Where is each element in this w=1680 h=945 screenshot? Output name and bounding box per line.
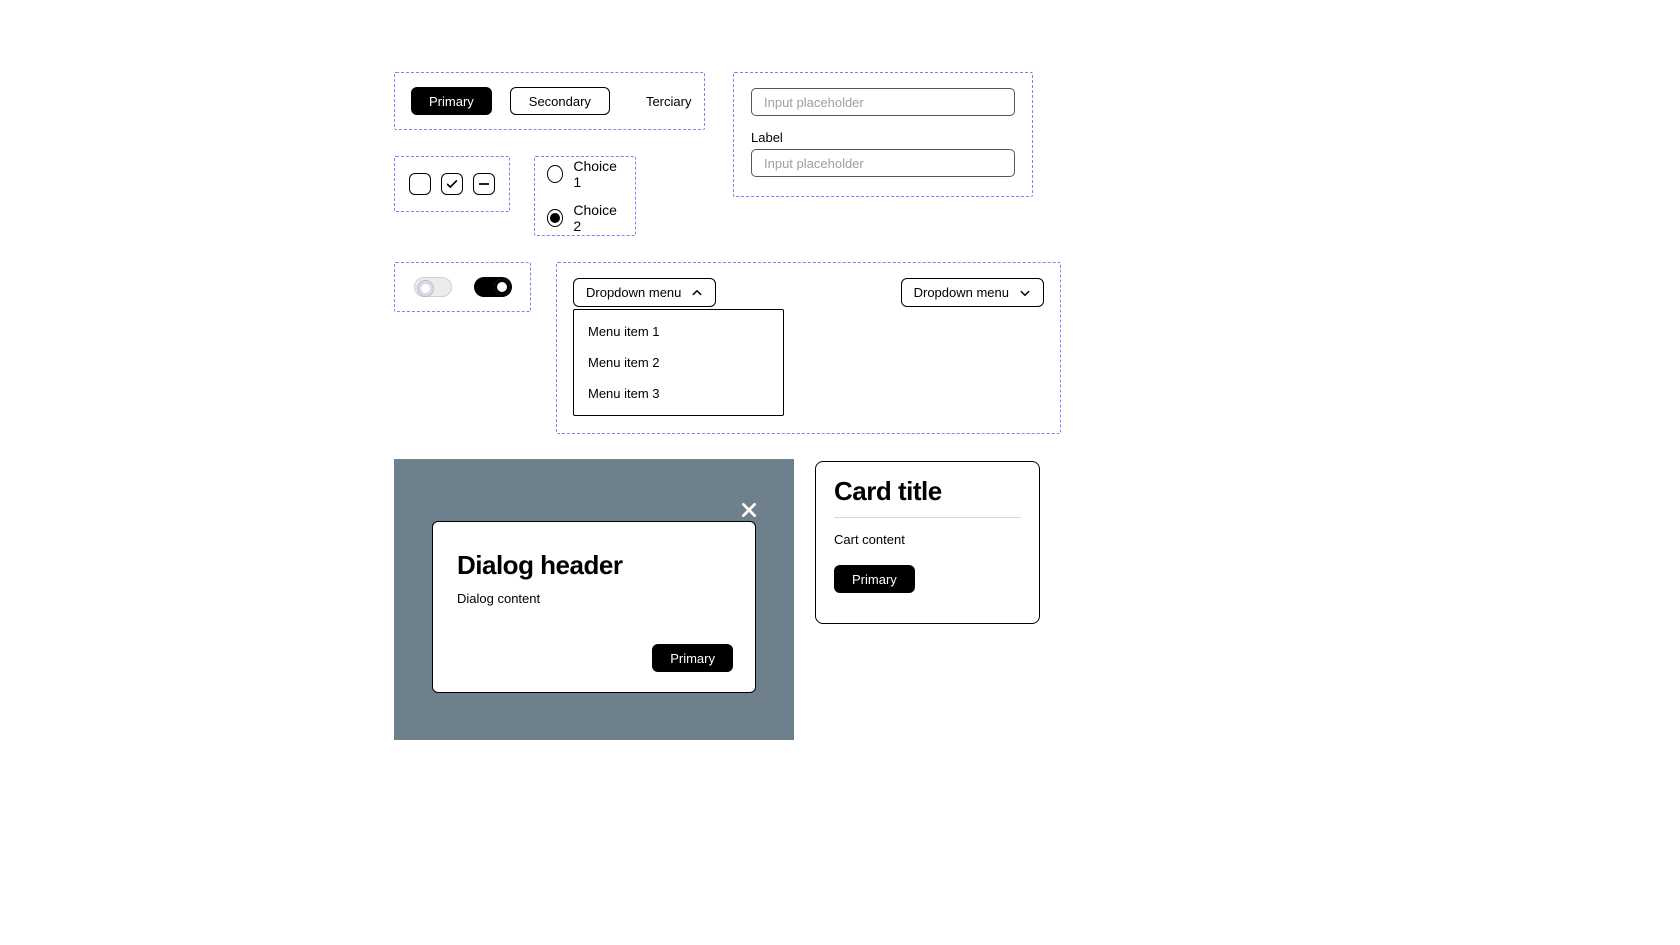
dialog-header: Dialog header <box>457 550 731 581</box>
radio-icon <box>547 165 563 183</box>
toggle-on[interactable] <box>474 277 512 297</box>
radio-label: Choice 2 <box>573 202 623 234</box>
dialog: Dialog header Dialog content Primary <box>432 521 756 693</box>
card-content: Cart content <box>834 532 1021 547</box>
dialog-content: Dialog content <box>457 591 731 606</box>
dropdown-label: Dropdown menu <box>586 285 681 300</box>
card-primary-button[interactable]: Primary <box>834 565 915 593</box>
checkbox-indeterminate[interactable] <box>473 173 495 195</box>
card-title: Card title <box>834 476 1021 507</box>
text-input[interactable] <box>751 88 1015 116</box>
terciary-button[interactable]: Terciary <box>628 87 710 115</box>
chevron-down-icon <box>1019 287 1031 299</box>
secondary-button[interactable]: Secondary <box>510 87 610 115</box>
radio-label: Choice 1 <box>573 158 623 190</box>
primary-button[interactable]: Primary <box>411 87 492 115</box>
checkbox-checked[interactable] <box>441 173 463 195</box>
close-icon[interactable] <box>740 501 758 523</box>
dialog-primary-button[interactable]: Primary <box>652 644 733 672</box>
dropdown-menu: Menu item 1 Menu item 2 Menu item 3 <box>573 309 784 416</box>
dropdown-label: Dropdown menu <box>914 285 1009 300</box>
dropdown-closed[interactable]: Dropdown menu <box>901 278 1044 307</box>
card: Card title Cart content Primary <box>815 461 1040 624</box>
dialog-overlay: Dialog header Dialog content Primary <box>394 459 794 740</box>
radio-icon <box>547 209 563 227</box>
menu-item-2[interactable]: Menu item 2 <box>574 347 783 378</box>
check-icon <box>445 177 459 191</box>
checkbox-unchecked[interactable] <box>409 173 431 195</box>
text-input-labelled[interactable] <box>751 149 1015 177</box>
radio-choice-2[interactable]: Choice 2 <box>547 202 623 234</box>
chevron-up-icon <box>691 287 703 299</box>
radio-choice-1[interactable]: Choice 1 <box>547 158 623 190</box>
toggle-off[interactable] <box>414 277 452 297</box>
input-label: Label <box>751 130 1015 145</box>
divider <box>834 517 1021 518</box>
minus-icon <box>477 177 491 191</box>
menu-item-3[interactable]: Menu item 3 <box>574 378 783 409</box>
dropdown-open[interactable]: Dropdown menu <box>573 278 716 307</box>
menu-item-1[interactable]: Menu item 1 <box>574 316 783 347</box>
